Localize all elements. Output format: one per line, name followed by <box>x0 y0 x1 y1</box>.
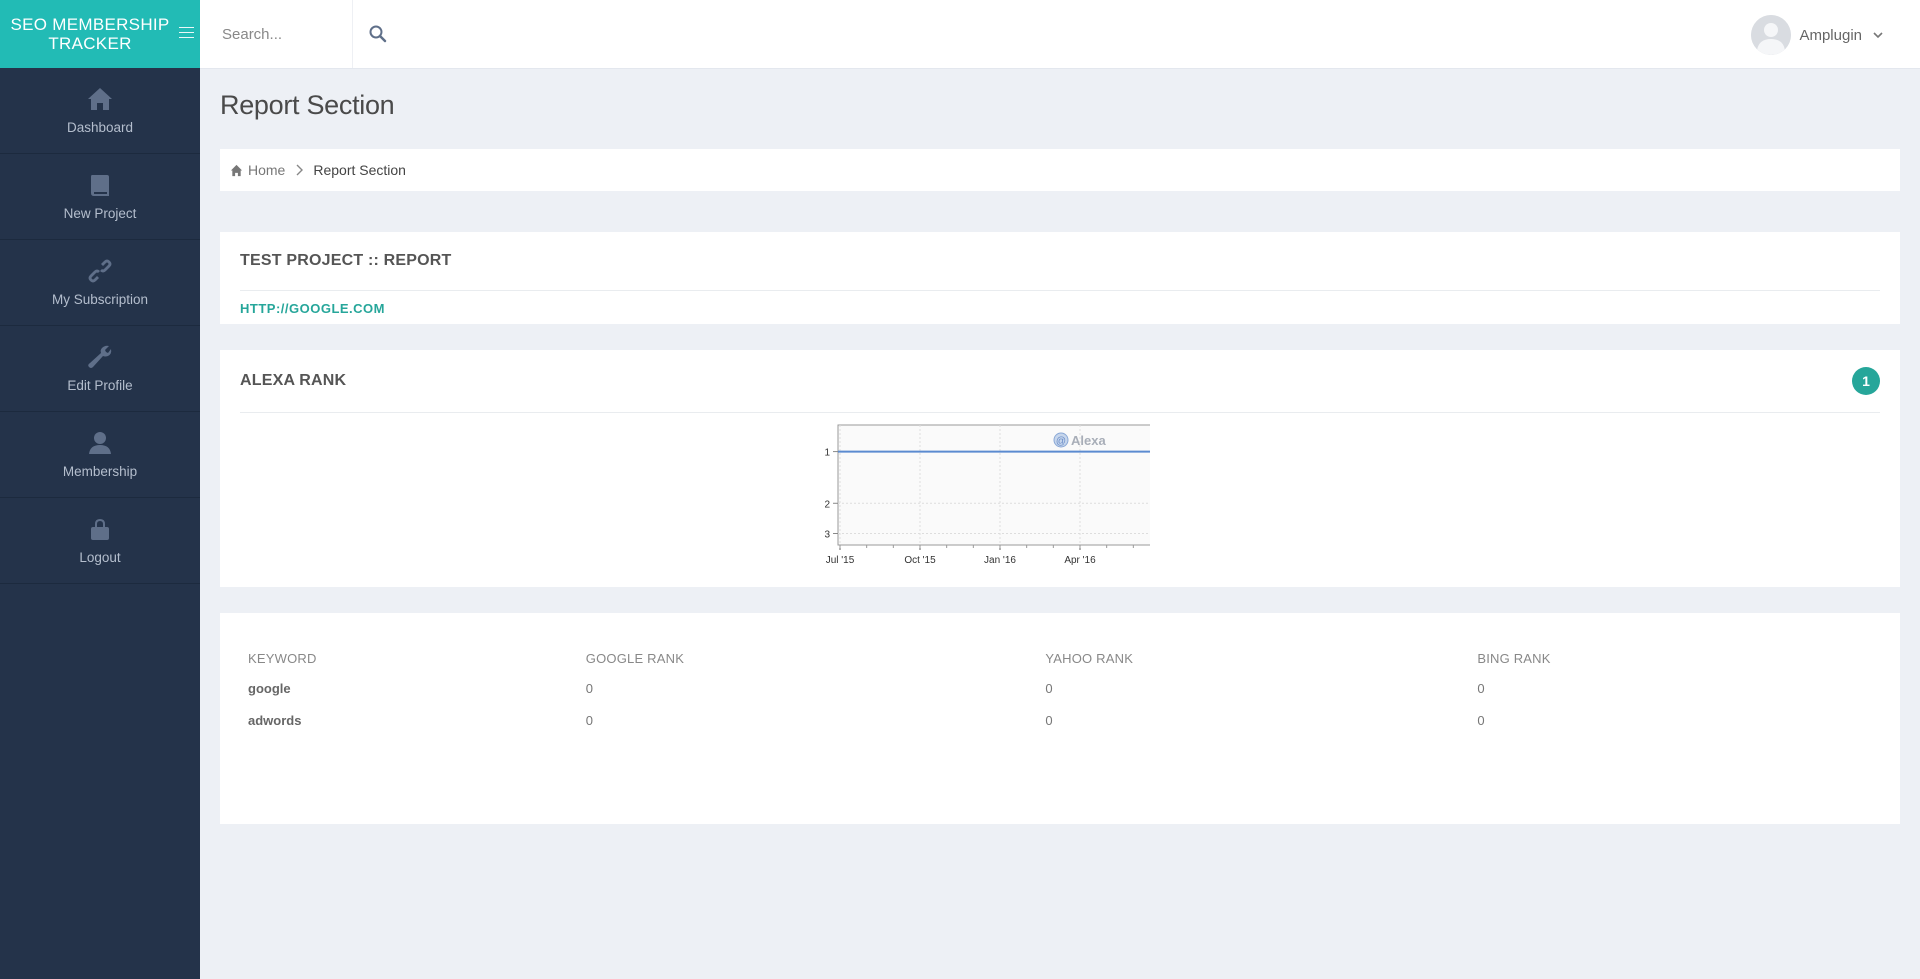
alexa-watermark: @ Alexa <box>1053 432 1106 448</box>
watermark-label: Alexa <box>1071 433 1106 448</box>
column-header-bing-rank: BING RANK <box>1477 651 1551 666</box>
svg-text:@: @ <box>1056 436 1066 447</box>
sidebar-item-label: Membership <box>62 464 138 479</box>
table-row: adwords 0 0 0 <box>248 705 1872 737</box>
sidebar-item-membership[interactable]: Membership <box>0 412 200 498</box>
breadcrumb-home-link[interactable]: Home <box>248 162 285 178</box>
project-url-link[interactable]: HTTP://GOOGLE.COM <box>240 301 1880 316</box>
x-tick-label: Jul '15 <box>826 555 855 566</box>
google-rank-cell: 0 <box>585 681 594 696</box>
sidebar-item-new-project[interactable]: New Project <box>0 154 200 240</box>
y-tick-label: 3 <box>824 530 830 541</box>
keyword-cell: google <box>248 681 291 696</box>
sidebar: SEO MEMBERSHIP TRACKER Dashboard New Pro… <box>0 0 200 979</box>
user-name: Amplugin <box>1799 26 1862 44</box>
sidebar-item-my-subscription[interactable]: My Subscription <box>0 240 200 326</box>
breadcrumb-current: Report Section <box>313 162 406 178</box>
chevron-right-icon <box>296 164 304 176</box>
y-tick-label: 2 <box>824 499 830 510</box>
sidebar-item-dashboard[interactable]: Dashboard <box>0 68 200 154</box>
project-panel: TEST PROJECT :: REPORT HTTP://GOOGLE.COM <box>220 232 1900 324</box>
x-tick-label: Oct '15 <box>904 555 936 566</box>
column-header-keyword: KEYWORD <box>248 651 317 666</box>
menu-toggle-icon[interactable] <box>179 27 194 42</box>
yahoo-rank-cell: 0 <box>1045 681 1053 696</box>
lock-icon <box>91 519 109 540</box>
brand-title: SEO MEMBERSHIP TRACKER <box>10 15 170 53</box>
user-menu[interactable]: Amplugin <box>1751 15 1884 55</box>
alexa-chart: 1 2 3 Jul '15 Oct '15 Jan '16 Apr '16 @ Alexa <box>790 423 1159 583</box>
sidebar-item-label: New Project <box>63 206 137 221</box>
chevron-down-icon <box>1873 32 1883 39</box>
project-panel-header: TEST PROJECT :: REPORT <box>240 232 1880 291</box>
column-header-yahoo-rank: YAHOO RANK <box>1045 651 1134 666</box>
rank-badge: 1 <box>1852 367 1880 395</box>
alexa-panel-header: ALEXA RANK 1 <box>240 350 1880 413</box>
keyword-cell: adwords <box>248 713 302 728</box>
table-header-row: KEYWORD GOOGLE RANK YAHOO RANK BING RANK <box>248 647 1872 673</box>
keywords-panel: KEYWORD GOOGLE RANK YAHOO RANK BING RANK… <box>220 613 1900 824</box>
main-content: Report Section Home Report Section TEST … <box>220 68 1900 824</box>
breadcrumb: Home Report Section <box>220 149 1900 191</box>
search-input[interactable] <box>222 0 353 68</box>
x-tick-label: Apr '16 <box>1064 555 1096 566</box>
book-icon <box>91 175 109 196</box>
home-icon <box>88 88 112 110</box>
link-icon <box>88 259 112 283</box>
brand-header: SEO MEMBERSHIP TRACKER <box>0 0 200 68</box>
sidebar-item-label: Dashboard <box>66 120 134 135</box>
table-row: google 0 0 0 <box>248 673 1872 705</box>
search-icon[interactable] <box>368 24 388 44</box>
google-rank-cell: 0 <box>585 713 594 728</box>
sidebar-item-logout[interactable]: Logout <box>0 498 200 584</box>
sidebar-item-label: Logout <box>79 550 121 565</box>
alexa-title: ALEXA RANK <box>240 372 347 389</box>
alexa-panel: ALEXA RANK 1 1 2 3 Jul '15 Oct '15 Jan '16 Apr… <box>220 350 1900 587</box>
yahoo-rank-cell: 0 <box>1045 713 1053 728</box>
sidebar-item-label: Edit Profile <box>67 378 133 393</box>
wrench-icon <box>88 345 112 368</box>
alexa-chart-svg: 1 2 3 Jul '15 Oct '15 Jan '16 Apr '16 @ Alexa <box>824 424 1159 566</box>
bing-rank-cell: 0 <box>1477 713 1485 728</box>
column-header-google-rank: GOOGLE RANK <box>585 651 685 666</box>
page-title: Report Section <box>220 90 395 120</box>
x-tick-label: Jan '16 <box>984 555 1016 566</box>
avatar <box>1751 15 1792 55</box>
y-tick-label: 1 <box>824 448 830 459</box>
home-icon <box>230 164 243 176</box>
sidebar-item-label: My Subscription <box>51 292 149 307</box>
sidebar-item-edit-profile[interactable]: Edit Profile <box>0 326 200 412</box>
bing-rank-cell: 0 <box>1477 681 1485 696</box>
user-icon <box>89 432 111 454</box>
topbar: Amplugin <box>200 0 1920 69</box>
keywords-table: KEYWORD GOOGLE RANK YAHOO RANK BING RANK… <box>248 647 1872 737</box>
project-title: TEST PROJECT :: REPORT <box>240 252 452 269</box>
